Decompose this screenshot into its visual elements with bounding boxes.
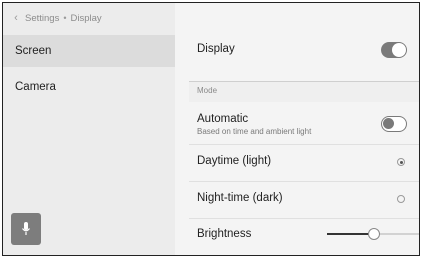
mode-section-label: Mode (197, 86, 218, 95)
breadcrumb-current: Display (70, 12, 102, 24)
automatic-toggle[interactable] (381, 116, 407, 132)
option-nighttime[interactable]: Night-time (dark) (197, 192, 419, 204)
brightness-slider[interactable] (327, 228, 419, 240)
sidebar-item-camera[interactable]: Camera (3, 71, 175, 103)
sidebar: ‹ Settings • Display Screen Camera (3, 3, 175, 255)
chevron-left-icon[interactable]: ‹ (11, 12, 21, 24)
sidebar-item-screen[interactable]: Screen (3, 35, 175, 67)
divider (189, 144, 419, 145)
sidebar-item-label: Camera (15, 81, 56, 93)
breadcrumb-parent[interactable]: Settings (25, 13, 59, 24)
settings-panel: Display Mode Automatic Based on time and… (175, 3, 419, 255)
display-settings-screen: ‹ Settings • Display Screen Camera Displ… (2, 2, 420, 256)
breadcrumb-separator: • (63, 13, 67, 23)
divider (189, 218, 419, 219)
toggle-knob (383, 118, 394, 129)
display-toggle[interactable] (381, 42, 407, 58)
slider-fill (327, 233, 374, 235)
microphone-icon (22, 222, 30, 235)
slider-thumb[interactable] (367, 228, 380, 240)
option-nighttime-label: Night-time (dark) (197, 192, 283, 204)
option-daytime-label: Daytime (light) (197, 155, 272, 167)
sidebar-item-label: Screen (15, 45, 52, 57)
daytime-radio[interactable] (397, 158, 405, 166)
option-daytime[interactable]: Daytime (light) (197, 155, 419, 167)
divider (189, 181, 419, 182)
nighttime-radio[interactable] (397, 195, 405, 203)
toggle-knob (392, 43, 406, 57)
mode-section-header: Mode (189, 81, 419, 102)
breadcrumb: ‹ Settings • Display (11, 12, 102, 24)
microphone-button[interactable] (11, 213, 41, 245)
